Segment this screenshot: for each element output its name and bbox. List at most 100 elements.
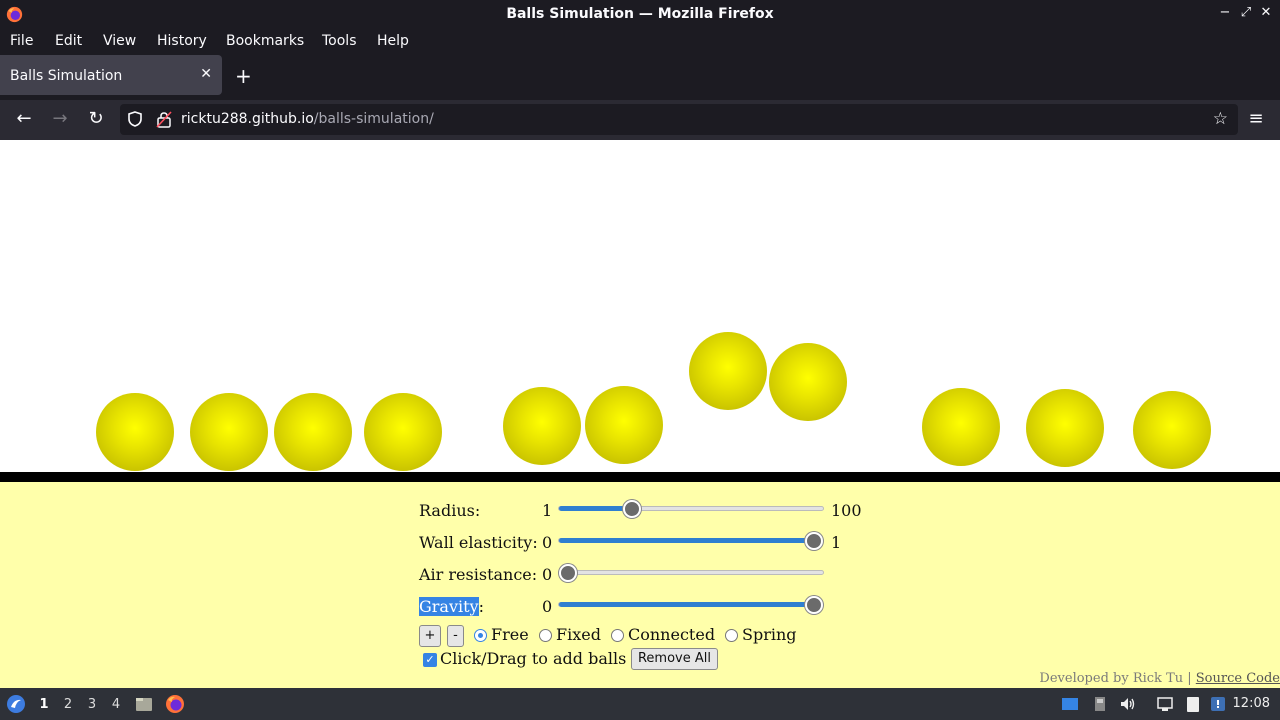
radius-max: 100: [831, 501, 862, 520]
maximize-button[interactable]: ⤢: [1237, 5, 1255, 20]
firefox-taskbar-icon[interactable]: [165, 694, 185, 714]
wall-elasticity-slider-fill: [559, 538, 814, 543]
radius-slider-fill: [559, 506, 632, 511]
controls-panel: Radius: 1 100 Wall elasticity: 0 1 Air r…: [0, 482, 1280, 688]
url-path: /balls-simulation/: [313, 111, 434, 127]
air-resistance-slider-thumb[interactable]: [559, 564, 577, 582]
click-drag-checkbox[interactable]: ✓: [423, 653, 437, 667]
minimize-button[interactable]: −: [1216, 5, 1234, 20]
workspace-2[interactable]: 2: [61, 697, 75, 712]
gravity-slider-thumb[interactable]: [805, 596, 823, 614]
radius-slider[interactable]: [558, 500, 824, 518]
url-host: ricktu288.github.io: [181, 111, 314, 127]
notification-icon[interactable]: [1209, 695, 1227, 713]
window-titlebar: Balls Simulation — Mozilla Firefox − ⤢ ✕: [0, 0, 1280, 29]
window-title: Balls Simulation — Mozilla Firefox: [506, 6, 774, 22]
workspace-4[interactable]: 4: [109, 697, 123, 712]
shield-icon[interactable]: [126, 110, 144, 128]
menu-history[interactable]: History: [157, 33, 207, 49]
menu-bookmarks[interactable]: Bookmarks: [226, 33, 304, 49]
forward-button[interactable]: →: [48, 108, 72, 129]
mode-free-label[interactable]: Free: [491, 625, 529, 644]
reload-button[interactable]: ↻: [84, 108, 108, 129]
ball: [1026, 389, 1104, 467]
add-ball-button[interactable]: +: [419, 625, 441, 647]
taskbar: 1 2 3 4 12:08: [0, 688, 1280, 720]
radius-label: Radius:: [419, 501, 481, 520]
clipboard-icon[interactable]: [1184, 695, 1202, 713]
wall-elasticity-slider-thumb[interactable]: [805, 532, 823, 550]
new-tab-button[interactable]: +: [235, 64, 252, 88]
credit-text: Developed by Rick Tu: [1039, 671, 1184, 686]
ball: [689, 332, 767, 410]
ball: [922, 388, 1000, 466]
file-manager-icon[interactable]: [135, 695, 153, 713]
footer-separator: |: [1187, 671, 1192, 686]
gravity-min: 0: [542, 597, 553, 616]
ball: [769, 343, 847, 421]
radius-min: 1: [542, 501, 553, 520]
mode-spring-label[interactable]: Spring: [742, 625, 797, 644]
menu-view[interactable]: View: [103, 33, 136, 49]
workspace-1[interactable]: 1: [37, 697, 51, 712]
wall-elasticity-min: 0: [542, 533, 553, 552]
ball: [503, 387, 581, 465]
gravity-label-wrap: Gravity:: [419, 597, 484, 616]
radius-slider-thumb[interactable]: [623, 500, 641, 518]
tab-balls-simulation[interactable]: Balls Simulation ✕: [0, 55, 222, 95]
mode-spring-radio[interactable]: [725, 629, 738, 642]
mode-fixed-radio[interactable]: [539, 629, 552, 642]
ball: [190, 393, 268, 471]
gravity-colon: :: [478, 597, 484, 616]
bookmark-star-icon[interactable]: ☆: [1213, 109, 1228, 129]
app-menu-button[interactable]: ≡: [1244, 108, 1268, 129]
footer-credit: Developed by Rick Tu | Source Code: [1039, 671, 1280, 686]
remove-ball-button[interactable]: -: [447, 625, 464, 647]
battery-icon[interactable]: [1091, 695, 1109, 713]
volume-icon[interactable]: [1119, 695, 1137, 713]
workspace-3[interactable]: 3: [85, 697, 99, 712]
menu-tools[interactable]: Tools: [322, 33, 357, 49]
air-resistance-label: Air resistance:: [419, 565, 538, 584]
back-button[interactable]: ←: [12, 108, 36, 129]
ball: [364, 393, 442, 471]
url-text[interactable]: ricktu288.github.io/balls-simulation/: [181, 111, 434, 127]
ball: [1133, 391, 1211, 469]
simulation-canvas[interactable]: [0, 140, 1280, 472]
tab-label: Balls Simulation: [10, 68, 123, 84]
gravity-slider[interactable]: [558, 596, 824, 614]
url-bar[interactable]: ricktu288.github.io/balls-simulation/ ☆: [120, 104, 1238, 135]
wall-elasticity-label: Wall elasticity:: [419, 533, 538, 552]
source-code-link[interactable]: Source Code: [1196, 671, 1280, 686]
mode-connected-radio[interactable]: [611, 629, 624, 642]
ball: [96, 393, 174, 471]
menu-bar: File Edit View History Bookmarks Tools H…: [0, 29, 1280, 55]
click-drag-label[interactable]: Click/Drag to add balls: [440, 649, 626, 668]
menu-help[interactable]: Help: [377, 33, 409, 49]
close-tab-icon[interactable]: ✕: [200, 66, 212, 82]
lock-insecure-icon[interactable]: [156, 111, 172, 128]
menu-edit[interactable]: Edit: [55, 33, 82, 49]
remove-all-button[interactable]: Remove All: [631, 648, 718, 670]
gravity-label: Gravity: [419, 597, 479, 616]
page-content: Radius: 1 100 Wall elasticity: 0 1 Air r…: [0, 140, 1280, 688]
close-window-button[interactable]: ✕: [1257, 5, 1275, 20]
wall-elasticity-slider[interactable]: [558, 532, 824, 550]
wall-elasticity-max: 1: [831, 533, 842, 552]
mode-free-radio[interactable]: [474, 629, 487, 642]
mode-connected-label[interactable]: Connected: [628, 625, 715, 644]
mode-fixed-label[interactable]: Fixed: [556, 625, 601, 644]
tab-bar: Balls Simulation ✕ +: [0, 55, 1280, 100]
ball: [585, 386, 663, 464]
display-icon[interactable]: [1061, 695, 1079, 713]
start-menu-icon[interactable]: [6, 694, 26, 714]
clock: 12:08: [1232, 696, 1270, 711]
air-resistance-min: 0: [542, 565, 553, 584]
floor-bar: [0, 472, 1280, 482]
ball: [274, 393, 352, 471]
air-resistance-slider[interactable]: [558, 564, 824, 582]
network-icon[interactable]: [1156, 695, 1174, 713]
gravity-slider-fill: [559, 602, 814, 607]
menu-file[interactable]: File: [10, 33, 33, 49]
navigation-toolbar: ← → ↻ ricktu288.github.io/balls-simulati…: [0, 100, 1280, 140]
